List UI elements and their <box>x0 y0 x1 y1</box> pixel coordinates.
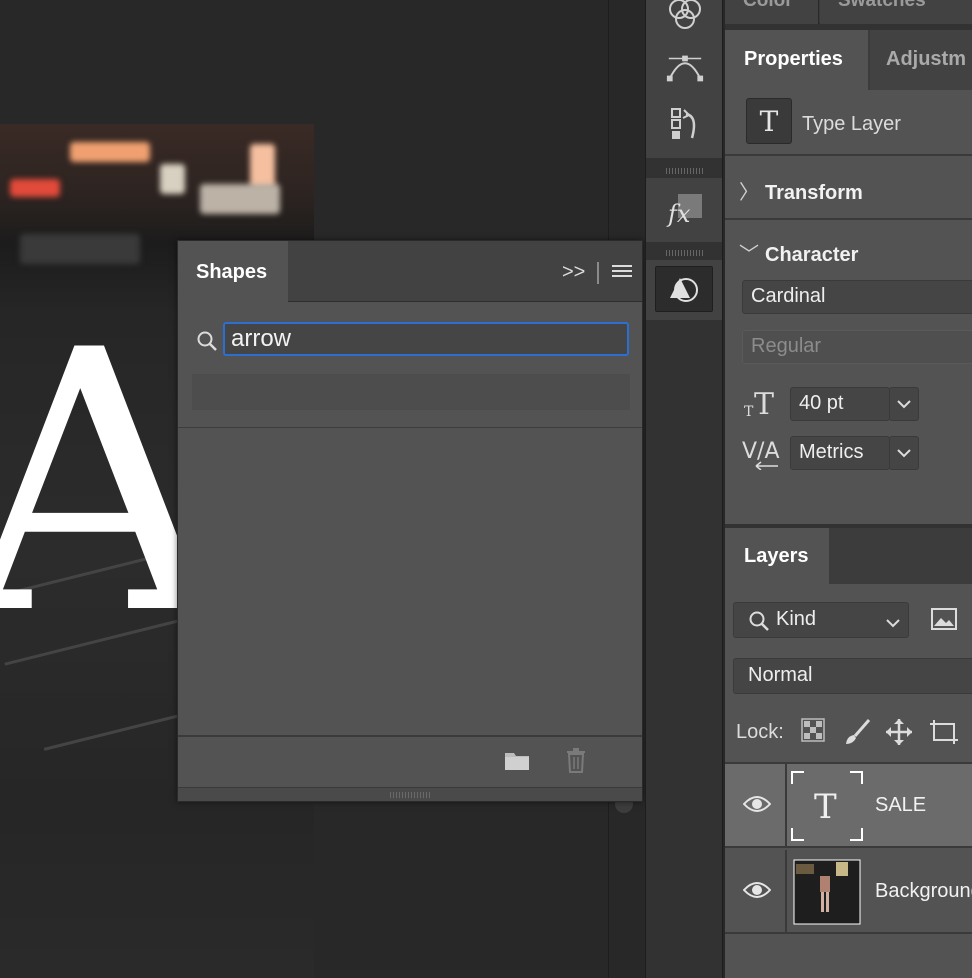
divider <box>725 218 972 220</box>
font-family-dropdown[interactable]: Cardinal <box>742 280 972 314</box>
layer-name[interactable]: SALE <box>875 794 926 817</box>
search-icon <box>196 330 218 357</box>
image-detail <box>20 234 140 264</box>
panel-icon-group <box>646 0 722 158</box>
svg-text:T: T <box>754 387 774 418</box>
right-panel-dock: Color Swatches Properties Adjustm T Type… <box>725 0 972 978</box>
image-detail <box>160 164 185 194</box>
svg-text:T: T <box>814 787 837 827</box>
lock-image-pixels-icon[interactable] <box>843 718 871 751</box>
visibility-eye-icon[interactable] <box>742 880 772 905</box>
panel-icon-group <box>646 260 722 320</box>
shapes-search-input[interactable] <box>223 322 629 356</box>
search-icon <box>748 610 770 638</box>
tab-layers[interactable]: Layers <box>725 528 829 586</box>
kerning-icon: V/A <box>742 434 782 477</box>
lock-transparent-pixels-icon[interactable] <box>801 718 825 747</box>
shapes-footer <box>178 735 642 787</box>
panel-icon-strip: fx <box>645 0 723 978</box>
image-detail <box>70 142 150 162</box>
tab-adjustments[interactable]: Adjustm <box>870 30 972 90</box>
styles-fx-icon[interactable]: fx <box>665 190 705 230</box>
blend-mode-dropdown[interactable]: Normal <box>733 658 972 694</box>
group-grip[interactable] <box>666 250 704 256</box>
image-detail <box>10 179 60 197</box>
lock-position-icon[interactable] <box>885 718 913 751</box>
layer-name[interactable]: Background <box>875 880 972 903</box>
text-layer-thumbnail[interactable]: T <box>790 770 864 842</box>
lock-artboard-icon[interactable] <box>929 718 959 751</box>
divider <box>597 262 599 284</box>
svg-text:T: T <box>744 404 754 418</box>
tab-properties[interactable]: Properties <box>725 30 868 92</box>
image-detail <box>200 184 280 214</box>
properties-panel: Properties Adjustm T Type Layer 〉 Transfo… <box>725 30 972 524</box>
svg-text:V/A: V/A <box>742 439 780 464</box>
layers-tabbar: Layers <box>725 528 972 586</box>
channels-icon[interactable] <box>665 0 705 34</box>
tab-swatches[interactable]: Swatches <box>820 0 972 24</box>
layers-list: T SALE Background <box>725 762 972 934</box>
image-detail <box>250 144 275 189</box>
character-section-toggle[interactable]: ﹀ Character <box>739 238 858 267</box>
divider <box>785 764 787 846</box>
filter-pixel-layers-icon[interactable] <box>931 608 957 635</box>
kerning-dropdown-button[interactable] <box>889 436 919 470</box>
shapes-tabbar: Shapes >> <box>178 241 642 303</box>
color-tabbar: Color Swatches <box>725 0 972 24</box>
background-layer-thumbnail[interactable] <box>790 856 864 928</box>
section-title: Transform <box>765 182 863 204</box>
layer-filter-label: Kind <box>776 608 817 630</box>
svg-text:fx: fx <box>666 200 691 228</box>
panel-resize-grip[interactable] <box>178 787 642 801</box>
collapse-panel-icon[interactable]: >> <box>562 261 585 284</box>
chevron-down-icon <box>886 611 900 634</box>
shapes-results-area[interactable] <box>178 427 642 735</box>
layer-row[interactable]: T SALE <box>725 764 972 848</box>
font-style-dropdown[interactable]: Regular <box>742 330 972 364</box>
tab-color[interactable]: Color <box>725 0 819 24</box>
chevron-down-icon: ﹀ <box>739 244 759 266</box>
layer-row[interactable]: Background <box>725 850 972 934</box>
font-size-icon: TT <box>744 386 778 425</box>
new-group-folder-icon[interactable] <box>504 749 530 776</box>
font-size-field[interactable]: 40 pt <box>790 387 890 421</box>
transform-section-toggle[interactable]: 〉 Transform <box>739 176 863 205</box>
paths-icon[interactable] <box>665 48 705 88</box>
divider <box>725 154 972 156</box>
properties-tabbar: Properties Adjustm <box>725 30 972 92</box>
trash-icon[interactable] <box>564 747 588 778</box>
layers-panel: Layers Kind Normal Lock: T SALE Backgrou… <box>725 528 972 978</box>
kerning-field[interactable]: Metrics <box>790 436 890 470</box>
history-icon[interactable] <box>665 104 705 144</box>
type-layer-icon: T <box>746 98 792 144</box>
layer-kind-label: Type Layer <box>802 113 901 135</box>
font-size-dropdown-button[interactable] <box>889 387 919 421</box>
panel-icon-group: fx <box>646 178 722 242</box>
search-results-strip <box>192 374 630 410</box>
visibility-eye-icon[interactable] <box>742 794 772 819</box>
group-grip[interactable] <box>666 168 704 174</box>
section-title: Character <box>765 244 859 266</box>
divider <box>785 850 787 932</box>
panel-menu-icon[interactable] <box>612 265 632 280</box>
shapes-panel-icon[interactable] <box>655 266 713 312</box>
layer-filter-dropdown[interactable]: Kind <box>733 602 909 638</box>
shapes-panel: Shapes >> <box>177 240 643 802</box>
chevron-right-icon: 〉 <box>739 182 759 204</box>
lock-label: Lock: <box>736 721 784 743</box>
tab-shapes[interactable]: Shapes <box>178 241 288 303</box>
